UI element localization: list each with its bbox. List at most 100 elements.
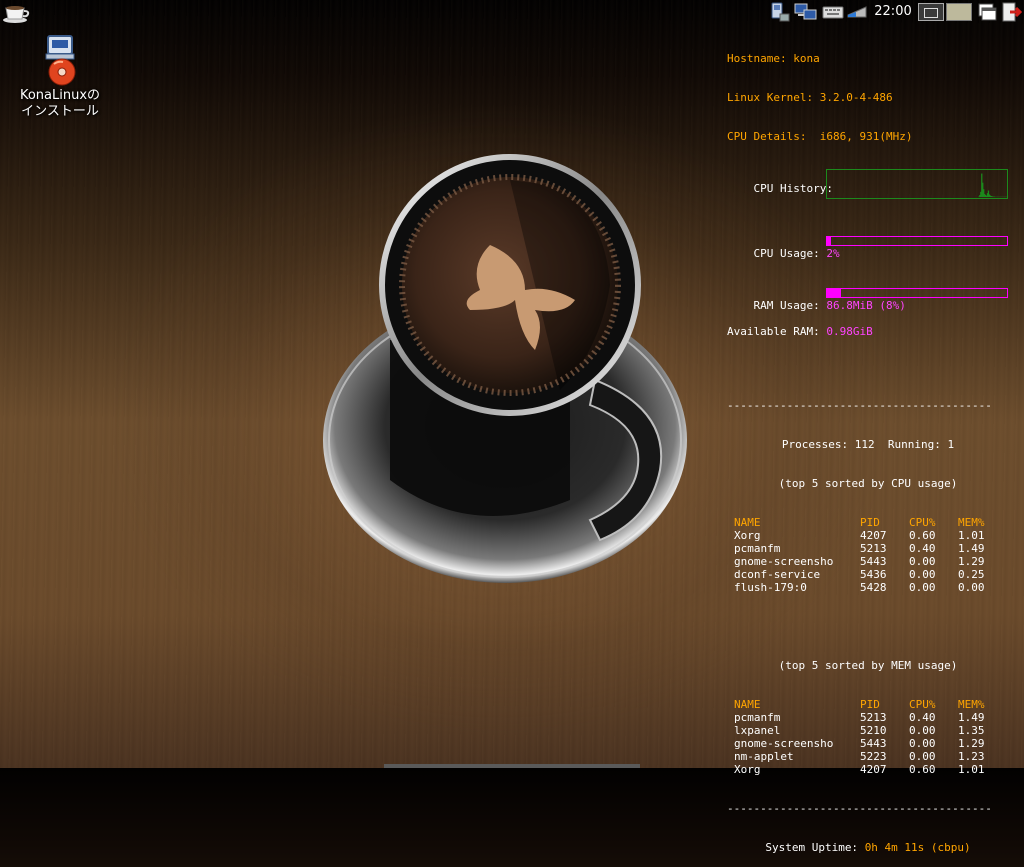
process-table-header: NAME PID CPU% MEM% xyxy=(727,698,1017,711)
cell-name: pcmanfm xyxy=(734,542,780,555)
cpu-usage-value: 2% xyxy=(826,247,839,260)
table-row: pcmanfm52130.401.49 xyxy=(727,542,1017,555)
table-row: pcmanfm 5213 0.40 1.49 xyxy=(727,711,1017,724)
running-label: Running: xyxy=(888,438,941,451)
workspace-2-button[interactable] xyxy=(946,3,972,21)
cell-name: flush-179:0 xyxy=(734,581,807,594)
ram-usage-bar-fill xyxy=(827,289,841,297)
cell-pid: 5213 xyxy=(860,711,887,724)
processes-label: Processes: xyxy=(782,438,848,451)
cell-cpu: 0.00 xyxy=(909,568,936,581)
clock[interactable]: 22:00 xyxy=(872,3,914,21)
coffee-menu-icon[interactable] xyxy=(2,1,30,25)
cell-cpu: 0.00 xyxy=(909,750,936,763)
cell-pid: 5213 xyxy=(860,542,887,555)
cell-pid: 4207 xyxy=(860,763,887,776)
cell-cpu: 0.00 xyxy=(909,737,936,750)
column-header-mem: MEM% xyxy=(958,516,985,529)
ram-usage-row: RAM Usage: 86.8MiB (8%) xyxy=(727,286,1017,299)
hostname-label: Hostname: xyxy=(727,52,787,65)
keyboard-icon[interactable] xyxy=(822,2,844,22)
network-connections-icon[interactable] xyxy=(794,2,818,22)
table-row: lxpanel52100.001.35 xyxy=(727,724,1017,737)
column-header-name: NAME xyxy=(734,698,761,711)
cell-name: lxpanel xyxy=(734,724,780,737)
cell-cpu: 0.40 xyxy=(909,711,936,724)
cpu-usage-label: CPU Usage: xyxy=(754,247,820,260)
volume-icon[interactable] xyxy=(846,2,868,22)
ram-usage-label: RAM Usage: xyxy=(754,299,820,312)
cell-cpu: 0.00 xyxy=(909,724,936,737)
cell-name: gnome-screensho xyxy=(734,555,833,568)
column-header-mem: MEM% xyxy=(958,698,985,711)
processes-row: Processes: 112 Running: 1 xyxy=(727,438,1009,451)
cell-pid: 5436 xyxy=(860,568,887,581)
cell-name: Xorg xyxy=(734,529,761,542)
hostname-row: Hostname: kona xyxy=(727,52,1017,65)
cell-mem: 1.01 xyxy=(958,763,985,776)
column-header-name: NAME xyxy=(734,516,761,529)
cell-name: nm-applet xyxy=(734,750,794,763)
network-computer-icon[interactable] xyxy=(768,2,790,22)
cell-name: dconf-service xyxy=(734,568,820,581)
table-row: Xorg 4207 0.60 1.01 xyxy=(727,763,1017,776)
table-row: flush-179:054280.000.00 xyxy=(727,581,1017,594)
mem-table-title: (top 5 sorted by MEM usage) xyxy=(727,659,1009,672)
cell-mem: 1.35 xyxy=(958,724,985,737)
column-header-pid: PID xyxy=(860,698,880,711)
available-ram-value: 0.98GiB xyxy=(826,325,872,338)
cell-mem: 1.49 xyxy=(958,711,985,724)
cell-mem: 1.29 xyxy=(958,737,985,750)
desktop-icon-label-line2: インストール xyxy=(8,104,112,120)
cell-cpu: 0.60 xyxy=(909,763,936,776)
table-row: Xorg42070.601.01 xyxy=(727,529,1017,542)
cell-cpu: 0.00 xyxy=(909,555,936,568)
cpu-history-graph xyxy=(826,169,1008,199)
cell-cpu: 0.00 xyxy=(909,581,936,594)
desktop-icon-label-line1: KonaLinuxの xyxy=(8,88,112,104)
desktop-icon-label: KonaLinuxの インストール xyxy=(8,88,112,120)
separator-top: ---------------------------------------- xyxy=(727,399,1017,412)
column-header-cpu: CPU% xyxy=(909,698,936,711)
cpu-process-table: NAMEPIDCPU%MEM%Xorg42070.601.01pcmanfm52… xyxy=(727,516,1017,594)
cpu-usage-row: CPU Usage: 2% xyxy=(727,234,1017,260)
cpu-table-title: (top 5 sorted by CPU usage) xyxy=(727,477,1009,490)
hostname-value: kona xyxy=(793,52,820,65)
cpu-usage-bar xyxy=(826,236,1008,246)
mem-process-table: NAME PID CPU% MEM% pcmanfm 5213 0.40 1.49 lxpane… xyxy=(727,698,1017,776)
processes-value: 112 xyxy=(855,438,875,451)
workspace-1-button[interactable] xyxy=(918,3,944,21)
column-header-pid: PID xyxy=(860,516,880,529)
cell-cpu: 0.60 xyxy=(909,529,936,542)
window-thumbnail-icon xyxy=(924,8,938,18)
process-table-header: NAME PID CPU% MEM% xyxy=(727,516,1017,529)
available-ram-label: Available RAM: xyxy=(727,325,820,338)
wallpaper-coffee-cup xyxy=(320,150,710,600)
cell-name: Xorg xyxy=(734,763,761,776)
separator-bottom: ---------------------------------------- xyxy=(727,802,1017,815)
cell-name: pcmanfm xyxy=(734,711,780,724)
cell-cpu: 0.40 xyxy=(909,542,936,555)
cell-pid: 5223 xyxy=(860,750,887,763)
desktop-icon-install-konalinux[interactable]: KonaLinuxの インストール xyxy=(8,34,112,120)
bottom-panel-edge xyxy=(384,764,640,768)
cell-pid: 5443 xyxy=(860,737,887,750)
conky-system-monitor: Hostname: kona Linux Kernel: 3.2.0-4-486… xyxy=(727,26,1017,867)
cpu-details-row: CPU Details: i686, 931(MHz) xyxy=(727,130,1017,143)
cell-pid: 4207 xyxy=(860,529,887,542)
cell-mem: 0.00 xyxy=(958,581,985,594)
installer-cd-icon xyxy=(36,34,84,86)
available-ram-row: Available RAM: 0.98GiB xyxy=(727,325,1017,338)
uptime-row: System Uptime: 0h 4m 11s (cbpu) xyxy=(727,841,1009,854)
cpu-details-value: i686, 931(MHz) xyxy=(820,130,913,143)
column-header-cpu: CPU% xyxy=(909,516,936,529)
kernel-row: Linux Kernel: 3.2.0-4-486 xyxy=(727,91,1017,104)
logout-icon[interactable] xyxy=(1000,2,1022,22)
cpu-usage-bar-fill xyxy=(827,237,831,245)
window-list-icon[interactable] xyxy=(976,2,998,22)
cell-mem: 1.23 xyxy=(958,750,985,763)
kernel-label: Linux Kernel: xyxy=(727,91,813,104)
cell-name: gnome-screensho xyxy=(734,737,833,750)
table-row: gnome-screensho54430.001.29 xyxy=(727,555,1017,568)
ram-usage-bar xyxy=(826,288,1008,298)
